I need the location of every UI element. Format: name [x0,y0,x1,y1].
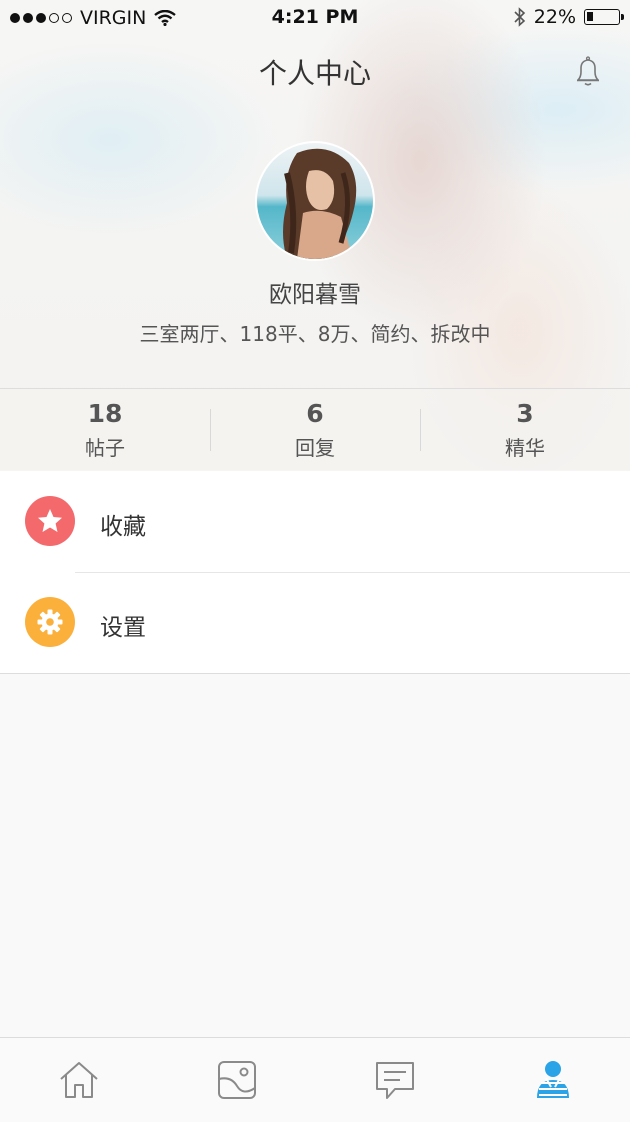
menu-item-label: 设置 [100,615,146,641]
status-bar: VIRGIN 4:21 PM 22% [0,0,630,36]
stat-value: 18 [87,399,123,428]
user-description: 三室两厅、118平、8万、简约、拆改中 [139,322,491,346]
menu-item-settings[interactable]: 设置 [0,572,630,673]
stat-replies[interactable]: 6 回复 [210,389,420,471]
battery-icon [584,9,624,25]
menu-item-label: 收藏 [100,514,146,540]
home-icon[interactable] [57,1058,101,1102]
tab-bar [0,1037,630,1122]
page-title: 个人中心 [258,57,371,90]
stat-posts[interactable]: 18 帖子 [0,389,210,471]
stat-value: 3 [516,399,534,428]
avatar-image [257,143,373,259]
menu-item-favorites[interactable]: 收藏 [0,471,630,572]
message-icon[interactable] [373,1058,417,1102]
user-name: 欧阳暮雪 [269,282,361,308]
stat-label: 帖子 [85,436,125,460]
stat-featured[interactable]: 3 精华 [420,389,630,471]
stat-value: 6 [306,399,324,428]
stats-bar: 18 帖子 6 回复 3 精华 [0,388,630,472]
battery-percent: 22% [533,6,576,28]
profile-icon[interactable] [531,1058,575,1102]
avatar[interactable] [257,143,373,259]
status-right: 22% [514,6,624,28]
gear-icon [25,597,75,647]
gallery-icon[interactable] [215,1058,259,1102]
stat-label: 回复 [295,436,335,460]
stat-label: 精华 [505,436,545,460]
bell-icon[interactable] [568,52,608,92]
menu-list: 收藏 设置 [0,471,630,674]
bluetooth-icon [514,7,525,27]
star-icon [25,496,75,546]
